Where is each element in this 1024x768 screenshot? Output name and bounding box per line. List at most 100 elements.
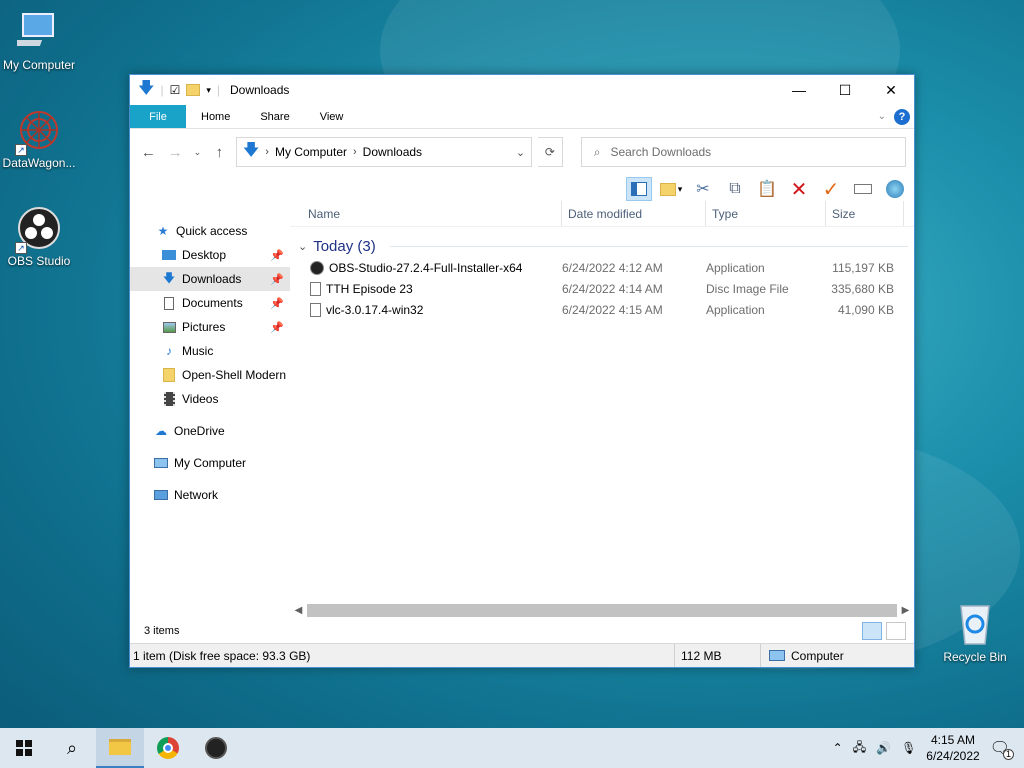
taskbar-search-button[interactable]: ⌕ [48,728,96,768]
star-icon: ★ [157,224,169,238]
pin-icon: 📌 [270,249,284,262]
desktop-icon-my-computer[interactable]: My Computer [0,10,78,72]
tab-home[interactable]: Home [186,105,245,128]
volume-icon[interactable]: 🔊 [876,741,891,755]
file-name: vlc-3.0.17.4-win32 [326,302,424,317]
sidebar-item-open-shell-modern[interactable]: Open-Shell Modern [130,363,290,387]
status-bar-top: 3 items [130,619,914,643]
selection-size: 112 MB [674,644,760,667]
sidebar-item-network[interactable]: Network [130,483,290,507]
file-size: 41,090 KB [837,302,894,317]
chevron-up-icon[interactable]: ⌃ [833,741,843,755]
qat-dropdown-icon[interactable]: ▾ [206,85,211,96]
folder-icon [109,739,131,755]
views-button[interactable]: ▾ [658,177,684,201]
desktop-icon-label: Recycle Bin [943,650,1007,664]
recent-locations-icon[interactable]: ⌄ [192,141,203,163]
properties-button[interactable]: ✓ [818,177,844,201]
tab-share[interactable]: Share [245,105,304,128]
desktop-icon-obs-studio[interactable]: ↗ OBS Studio [0,206,78,268]
copy-icon: ⧉ [729,180,741,197]
open-shell-button[interactable] [882,177,908,201]
tab-view[interactable]: View [305,105,359,128]
sidebar-item-label: Network [174,488,219,502]
desktop-icon-label: OBS Studio [7,254,71,268]
new-folder-icon[interactable] [186,84,201,96]
column-date-modified[interactable]: Date modified [562,201,706,226]
microphone-icon[interactable]: 🎙 [901,741,916,755]
file-name: TTH Episode 23 [326,281,413,296]
desktop-icon-recycle-bin[interactable]: Recycle Bin [936,602,1014,664]
maximize-button[interactable]: ☐ [822,75,868,105]
search-input[interactable]: ⌕ Search Downloads [580,137,906,167]
download-arrow-icon: 🡇 [138,79,155,97]
shortcut-arrow-icon: ↗ [15,144,27,156]
sidebar-item-downloads[interactable]: 🡇 Downloads 📌 [130,267,290,291]
sidebar-item-desktop[interactable]: Desktop 📌 [130,243,290,267]
chevron-down-icon[interactable]: ⌄ [516,146,525,159]
taskbar-file-explorer[interactable] [96,728,144,768]
refresh-button[interactable]: ⟳ [538,137,563,167]
sidebar-item-my-computer[interactable]: My Computer [130,451,290,475]
breadcrumb-downloads[interactable]: Downloads [363,145,422,159]
sidebar-item-label: Desktop [182,248,227,262]
selection-info: 1 item (Disk free space: 93.3 GB) [133,648,311,663]
delete-button[interactable]: ✕ [786,177,812,201]
group-header-today[interactable]: ⌄ Today (3) [290,235,914,257]
taskbar-chrome[interactable] [144,728,192,768]
column-type[interactable]: Type [706,201,826,226]
obs-icon: ↗ [15,206,61,254]
paste-button[interactable]: 📋 [754,177,780,201]
rename-button[interactable] [850,177,876,201]
folder-icon [162,368,176,382]
navigation-pane: ★ Quick access Desktop 📌 🡇 Downloads 📌 D… [130,201,290,619]
desktop-icon-datawagon[interactable]: ↗ DataWagon... [0,108,78,170]
horizontal-scrollbar[interactable]: ◀ ▶ [290,602,914,619]
column-headers: Name Date modified Type Size [290,201,914,227]
sidebar-item-quick-access[interactable]: ★ Quick access [130,219,290,243]
up-button[interactable]: ↑ [209,141,230,163]
clock[interactable]: 4:15 AM 6/24/2022 [926,732,979,764]
sidebar-item-documents[interactable]: Documents 📌 [130,291,290,315]
column-size[interactable]: Size [826,201,904,226]
cut-button[interactable]: ✂ [690,177,716,201]
tab-file[interactable]: File [130,105,186,128]
file-size: 335,680 KB [831,281,894,296]
scrollbar-thumb[interactable] [307,604,897,617]
details-view-button[interactable] [862,622,882,640]
shell-icon [886,180,904,198]
expand-ribbon-icon[interactable]: ⌄ [878,111,886,122]
copy-button[interactable]: ⧉ [722,177,748,201]
file-row[interactable]: OBS-Studio-27.2.4-Full-Installer-x64 6/2… [290,257,914,278]
back-button[interactable]: ← [138,141,159,163]
large-icons-view-button[interactable] [886,622,906,640]
help-icon[interactable]: ? [894,108,910,125]
sidebar-item-music[interactable]: ♪ Music [130,339,290,363]
close-button[interactable]: ✕ [868,75,914,105]
file-row[interactable]: vlc-3.0.17.4-win32 6/24/2022 4:15 AM App… [290,299,914,320]
file-row[interactable]: TTH Episode 23 6/24/2022 4:14 AM Disc Im… [290,278,914,299]
file-icon [310,302,321,317]
network-icon[interactable]: 🖧 [853,738,866,759]
sidebar-item-label: Videos [182,392,219,406]
scroll-left-icon[interactable]: ◀ [290,605,307,616]
scroll-right-icon[interactable]: ▶ [897,605,914,616]
breadcrumb-my-computer[interactable]: My Computer [275,145,347,159]
forward-button[interactable]: → [165,141,186,163]
sidebar-item-pictures[interactable]: Pictures 📌 [130,315,290,339]
notification-icon[interactable]: 🗨 1 [990,738,1014,760]
minimize-button[interactable]: — [776,75,822,105]
taskbar-obs[interactable] [192,728,240,768]
sidebar-item-videos[interactable]: Videos [130,387,290,411]
address-bar[interactable]: 🡇 › My Computer › Downloads ⌄ [235,137,533,167]
sidebar-item-label: My Computer [174,456,247,470]
preview-pane-button[interactable] [626,177,652,201]
properties-icon[interactable]: ☑ [170,83,181,97]
sidebar-item-onedrive[interactable]: ☁ OneDrive [130,419,290,443]
taskbar: ⌕ ⌃ 🖧 🔊 🎙 4:15 AM 6/24/2022 🗨 1 [0,728,1024,768]
disc-image-icon [310,281,321,296]
column-name[interactable]: Name [290,201,562,226]
pin-icon: 📌 [270,273,284,286]
start-button[interactable] [0,728,48,768]
paste-icon: 📋 [757,181,777,198]
